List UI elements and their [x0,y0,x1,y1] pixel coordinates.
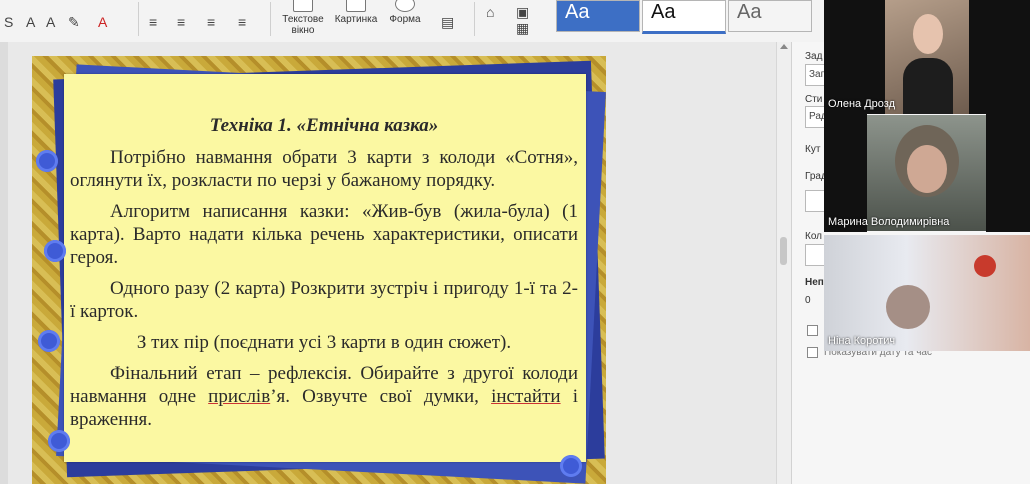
slide-text-box[interactable]: Техніка 1. «Етнічна казка» Потрібно навм… [70,108,578,439]
transparency-value: 0 [805,295,811,306]
vertical-scrollbar[interactable] [776,42,791,484]
video-gap [986,114,1030,232]
slide-paragraph-3: Одного разу (2 карта) Розкрити зустріч і… [70,278,578,322]
align-center-icon[interactable]: ≡ [177,14,185,30]
video-gap [824,114,867,232]
insert-textbox-label: Текстове вікно [282,14,324,36]
insert-shape-button[interactable]: Форма [385,0,425,25]
subscript-a-icon[interactable]: A [46,14,55,30]
panel-label-fill: Зад [805,51,823,62]
flower-decoration-icon [560,455,582,477]
underlined-word-1: прислів [208,386,271,407]
participant-video-2[interactable] [867,115,986,231]
text-color-icon[interactable]: A [98,14,107,30]
style-tile-text: Aa [737,1,762,23]
underlined-word-2: інстайти [491,386,561,407]
participant-face [886,285,930,329]
show-date-checkbox[interactable] [807,347,818,358]
flower-decoration-icon [36,150,58,172]
panel-label-style: Сти [805,94,823,105]
paragraph-5-mid: ’я. Озвучте свої думки, [270,386,492,407]
style-tile-3[interactable]: Aa [728,0,812,32]
separator [474,2,475,36]
subscript-icon[interactable]: S [4,14,13,30]
participant-body [903,58,953,114]
flower-decoration-icon [44,240,66,262]
layout-icon[interactable]: ▣ [516,4,529,20]
participant-video-1[interactable] [885,0,969,114]
textbox-icon [293,0,313,12]
style-tile-text: Aa [651,1,676,23]
shape-icon [395,0,415,12]
participant-name-3: Ніна Коротич [828,335,896,347]
slide-thumbnail-gutter [0,42,8,484]
participant-face [907,145,947,193]
panel-label-transparency: Неп [805,277,824,288]
participant-face [913,14,943,54]
panel-label-angle: Кут [805,144,821,155]
flower-decoration-icon [48,430,70,452]
slide-paragraph-1: Потрібно навмання обрати 3 карти з колод… [70,147,578,191]
list-icon[interactable]: ≡ [238,14,246,30]
line-spacing-icon[interactable]: ≡ [207,14,215,30]
slide-paragraph-4: З тих пір (поєднати усі 3 карти в один с… [136,332,512,353]
video-gap [824,0,885,114]
panel-label-color: Кол [805,231,823,242]
format-painter-icon[interactable]: ⌂ [486,4,494,20]
insert-textbox-button[interactable]: Текстове вікно [280,0,326,36]
scroll-thumb[interactable] [780,237,787,265]
insert-shape-label: Форма [389,14,421,25]
slide-paragraph-5: Фінальний етап – рефлексія. Обирайте з д… [70,362,578,431]
checkbox[interactable] [807,325,818,336]
slide-title: Техніка 1. «Етнічна казка» [209,115,439,136]
scroll-up-icon[interactable] [780,44,788,49]
picture-icon [346,0,366,12]
insert-picture-button[interactable]: Картинка [333,0,379,25]
insert-picture-label: Картинка [334,14,378,25]
style-tile-text: Aa [565,1,590,23]
toy-decoration [974,255,996,277]
participant-video-3[interactable] [824,235,1030,351]
separator [270,2,271,36]
highlight-icon[interactable]: ✎ [68,14,80,30]
video-gap [969,0,1030,114]
style-tile-1[interactable]: Aa [556,0,640,32]
arrange-icon[interactable]: ▤ [441,14,454,30]
slide-paragraph-2: Алгоритм написання казки: «Жив-був (жила… [70,201,578,268]
font-color-a-icon[interactable]: A [26,14,35,30]
participant-name-2: Марина Володимирівна [828,216,950,228]
grid-icon[interactable]: ▦ [516,20,529,36]
style-tile-2[interactable]: Aa [642,0,726,34]
separator [138,2,139,36]
align-left-icon[interactable]: ≡ [149,14,157,30]
flower-decoration-icon [38,330,60,352]
participant-name-1: Олена Дрозд [828,98,895,110]
